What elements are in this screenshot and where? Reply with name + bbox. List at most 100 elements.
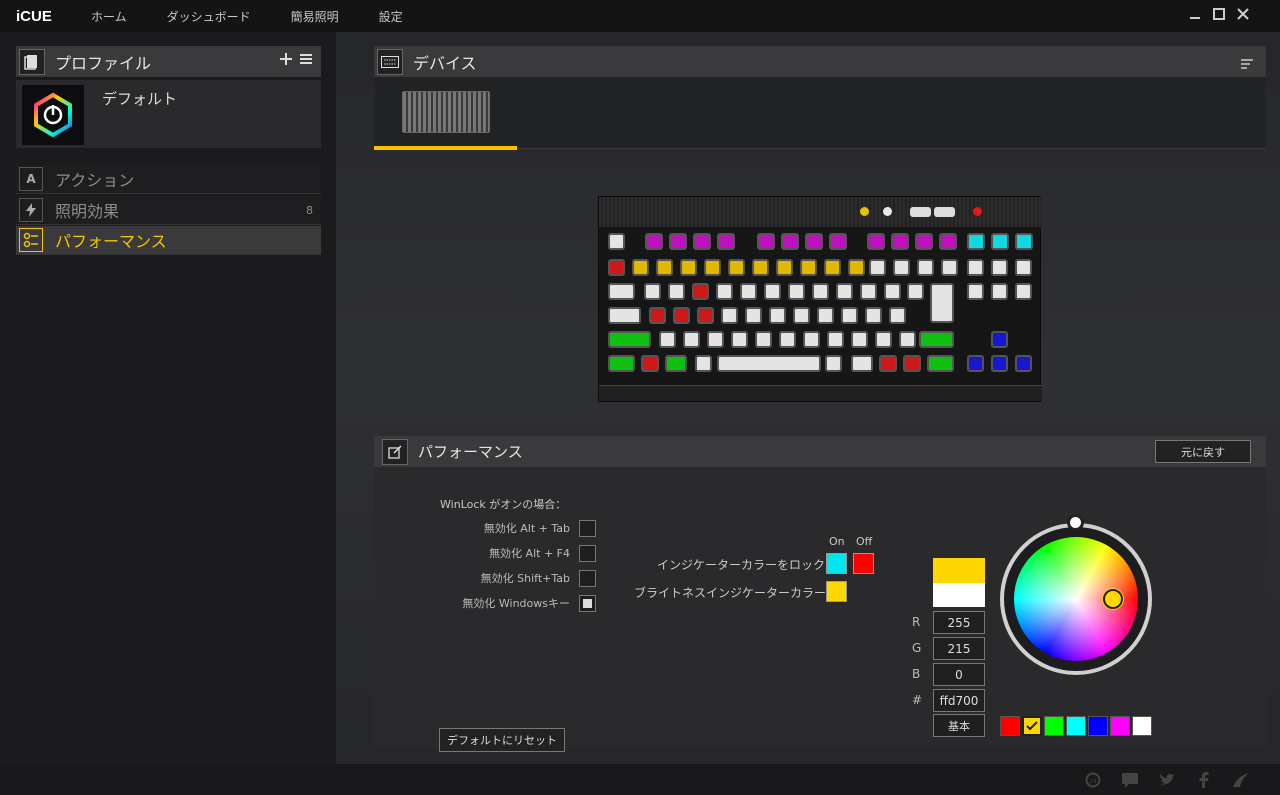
nav-home[interactable]: ホーム xyxy=(91,8,127,25)
nav-settings[interactable]: 設定 xyxy=(379,8,403,25)
corsair-logo-icon[interactable] xyxy=(1231,771,1250,788)
keyboard-key xyxy=(757,233,775,250)
keyboard-key xyxy=(903,355,921,372)
sidebar-item-label: パフォーマンス xyxy=(55,232,167,251)
keyboard-key xyxy=(930,283,954,323)
keyboard-key xyxy=(891,233,909,250)
brightness-color-swatch[interactable] xyxy=(826,581,847,602)
option-disable-windows-key[interactable]: 無効化 Windowsキー xyxy=(462,594,596,612)
support-24-icon[interactable]: 24 xyxy=(1083,771,1102,788)
keyboard-key xyxy=(740,283,757,300)
basic-color-button[interactable]: 基本 xyxy=(933,714,985,737)
option-disable-shift-tab[interactable]: 無効化 Shift+Tab xyxy=(481,569,596,587)
palette-color-swatch[interactable] xyxy=(1110,716,1130,736)
keyboard-key xyxy=(680,259,697,276)
performance-title: パフォーマンス xyxy=(418,443,523,461)
chat-icon[interactable] xyxy=(1120,771,1139,788)
keyboard-key xyxy=(1015,233,1033,250)
devices-title: デバイス xyxy=(413,53,477,73)
keyboard-key xyxy=(991,233,1009,250)
keyboard-key xyxy=(805,233,823,250)
palette-color-swatch[interactable] xyxy=(1044,716,1064,736)
keyboard-key xyxy=(608,355,635,372)
windows-key-checkbox[interactable] xyxy=(579,594,596,612)
device-keyboard-thumbnail[interactable] xyxy=(374,77,517,150)
actions-icon: A xyxy=(19,167,43,191)
option-disable-alt-f4[interactable]: 無効化 Alt + F4 xyxy=(489,544,596,562)
profile-menu-icon[interactable] xyxy=(299,51,313,70)
status-bar: 24 xyxy=(0,764,1280,795)
nav-dashboard[interactable]: ダッシュボード xyxy=(167,8,251,25)
keyboard-key xyxy=(884,283,901,300)
keyboard-key xyxy=(755,331,772,348)
check-icon xyxy=(1026,721,1038,731)
close-icon[interactable] xyxy=(1236,7,1250,21)
keyboard-key xyxy=(851,355,873,372)
keyboard-key xyxy=(608,331,651,348)
device-list xyxy=(374,77,1266,150)
keyboard-preview[interactable] xyxy=(598,196,1042,402)
option-disable-alt-tab[interactable]: 無効化 Alt + Tab xyxy=(484,519,596,537)
shift-tab-checkbox[interactable] xyxy=(579,569,596,587)
g-input[interactable]: 215 xyxy=(933,637,985,660)
option-label: 無効化 Shift+Tab xyxy=(480,572,570,585)
sidebar-item-label: 照明効果 xyxy=(55,202,120,221)
profiles-icon xyxy=(19,48,45,75)
lock-off-color-swatch[interactable] xyxy=(853,553,874,574)
hex-input[interactable]: ffd700 xyxy=(933,689,985,712)
keyboard-key xyxy=(967,233,985,250)
keyboard-key xyxy=(641,355,659,372)
palette-color-swatch[interactable] xyxy=(1066,716,1086,736)
minimize-icon[interactable] xyxy=(1188,7,1202,21)
sidebar-item-lighting-effects[interactable]: 照明効果 8 xyxy=(16,196,321,225)
keyboard-key xyxy=(927,355,954,372)
keyboard-key xyxy=(632,259,649,276)
profiles-title: プロファイル xyxy=(55,53,152,73)
sidebar-item-actions[interactable]: A アクション xyxy=(16,165,321,194)
devices-menu-icon[interactable] xyxy=(1240,55,1254,74)
brightness-knob[interactable] xyxy=(1067,514,1084,531)
top-nav: ホーム ダッシュボード 簡易照明 設定 xyxy=(91,8,443,25)
palette-color-swatch[interactable] xyxy=(1022,716,1042,736)
keyboard-key xyxy=(800,259,817,276)
keyboard-key xyxy=(893,259,910,276)
performance-settings: WinLock がオンの場合： 無効化 Alt + Tab 無効化 Alt + … xyxy=(374,467,1266,752)
keyboard-key xyxy=(836,283,853,300)
alt-tab-checkbox[interactable] xyxy=(579,519,596,537)
keyboard-key xyxy=(769,307,786,324)
revert-button[interactable]: 元に戻す xyxy=(1155,440,1251,463)
palette-color-swatch[interactable] xyxy=(1000,716,1020,736)
bolt-icon xyxy=(19,198,43,222)
keyboard-key xyxy=(608,233,625,250)
keyboard-top-bar xyxy=(599,197,1042,227)
media-key-icon xyxy=(910,207,931,217)
app-logo: iCUE xyxy=(16,7,52,25)
brightness-indicator-label: ブライトネスインジケーターカラー xyxy=(634,586,827,600)
add-profile-icon[interactable] xyxy=(279,51,293,70)
lock-indicator-label: インジケーターカラーをロック xyxy=(657,558,826,572)
title-bar: iCUE ホーム ダッシュボード 簡易照明 設定 xyxy=(0,0,1280,32)
r-input[interactable]: 255 xyxy=(933,611,985,634)
lock-on-color-swatch[interactable] xyxy=(826,553,847,574)
keyboard-key xyxy=(692,283,709,300)
palette-color-swatch[interactable] xyxy=(1132,716,1152,736)
b-input[interactable]: 0 xyxy=(933,663,985,686)
keyboard-key xyxy=(776,259,793,276)
sidebar-item-performance[interactable]: パフォーマンス xyxy=(16,226,321,255)
reset-default-button[interactable]: デフォルトにリセット xyxy=(439,728,565,752)
keyboard-key xyxy=(907,283,924,300)
twitter-icon[interactable] xyxy=(1157,771,1176,788)
nav-quick-lighting[interactable]: 簡易照明 xyxy=(291,8,339,25)
profile-card[interactable]: デフォルト xyxy=(16,80,321,148)
alt-f4-checkbox[interactable] xyxy=(579,544,596,562)
color-picker-handle[interactable] xyxy=(1103,589,1123,609)
facebook-icon[interactable] xyxy=(1194,771,1213,788)
keyboard-key xyxy=(919,331,954,348)
keyboard-key xyxy=(693,233,711,250)
palette-color-swatch[interactable] xyxy=(1088,716,1108,736)
r-label: R xyxy=(912,615,921,629)
keyboard-key xyxy=(869,259,886,276)
keyboard-key xyxy=(991,355,1008,372)
keyboard-key xyxy=(716,283,733,300)
maximize-icon[interactable] xyxy=(1212,7,1226,21)
